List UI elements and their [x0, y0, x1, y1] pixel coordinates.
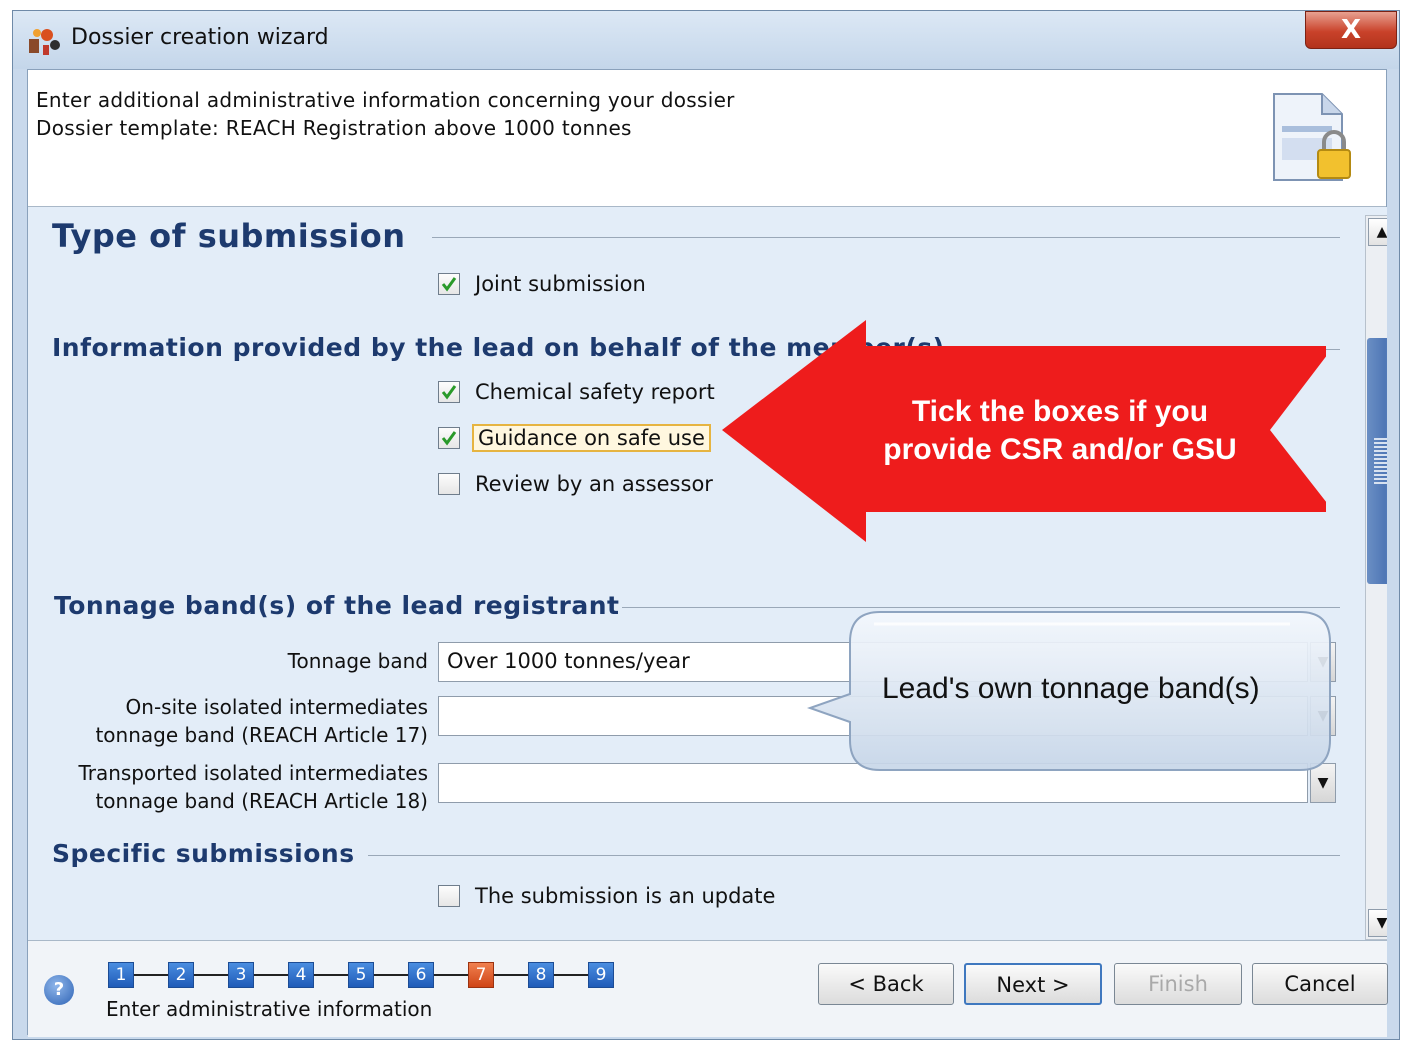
back-button[interactable]: < Back	[818, 963, 954, 1005]
step-connector	[494, 974, 528, 976]
step-7-current: 7	[468, 962, 494, 988]
arrow-text-line2: provide CSR and/or GSU	[883, 433, 1237, 466]
next-button[interactable]: Next >	[964, 963, 1102, 1005]
wizard-content: Type of submission Joint submission Info…	[28, 207, 1387, 940]
arrow-text-line1: Tick the boxes if you	[911, 395, 1209, 428]
step-connector	[194, 974, 228, 976]
step-indicator: 1 2 3 4 5 6 7 8 9	[108, 961, 614, 989]
tonnage-band-label: Tonnage band	[287, 649, 428, 673]
vertical-scrollbar[interactable]: ▲ ▼	[1365, 215, 1387, 940]
header-instruction: Enter additional administrative informat…	[36, 88, 735, 112]
step-6: 6	[408, 962, 434, 988]
step-caption: Enter administrative information	[106, 997, 433, 1021]
grip-icon	[1374, 438, 1387, 484]
review-by-assessor-row[interactable]: Review by an assessor	[438, 469, 716, 499]
scroll-thumb[interactable]	[1367, 338, 1387, 584]
header-template: Dossier template: REACH Registration abo…	[36, 116, 632, 140]
chemical-safety-report-label: Chemical safety report	[475, 380, 715, 404]
chemical-safety-report-checkbox[interactable]	[438, 381, 460, 403]
step-connector	[254, 974, 288, 976]
section-divider	[432, 237, 1340, 238]
joint-submission-checkbox[interactable]	[438, 273, 460, 295]
transported-label-line2: tonnage band (REACH Article 18)	[95, 789, 428, 813]
chemical-safety-report-row[interactable]: Chemical safety report	[438, 377, 718, 407]
scroll-down-icon[interactable]: ▼	[1368, 909, 1387, 937]
onsite-label-line1: On-site isolated intermediates	[125, 695, 428, 719]
cancel-button[interactable]: Cancel	[1252, 963, 1388, 1005]
finish-button[interactable]: Finish	[1114, 963, 1242, 1005]
step-connector	[434, 974, 468, 976]
step-5: 5	[348, 962, 374, 988]
step-1: 1	[108, 962, 134, 988]
wizard-footer: ? 1 2 3 4 5 6 7 8 9 Enter administrative…	[28, 940, 1388, 1037]
step-8: 8	[528, 962, 554, 988]
transported-label-line1: Transported isolated intermediates	[78, 761, 428, 785]
wizard-client: Enter additional administrative informat…	[27, 69, 1388, 1037]
update-row[interactable]: The submission is an update	[438, 881, 778, 911]
app-icon	[29, 29, 60, 55]
update-label: The submission is an update	[475, 884, 776, 908]
window-title: Dossier creation wizard	[71, 25, 329, 50]
joint-submission-label: Joint submission	[475, 272, 646, 296]
joint-submission-row[interactable]: Joint submission	[438, 269, 649, 299]
step-9: 9	[588, 962, 614, 988]
locked-document-icon	[1273, 93, 1351, 181]
step-connector	[554, 974, 588, 976]
review-by-assessor-checkbox[interactable]	[438, 473, 460, 495]
title-bar: Dossier creation wizard X	[13, 11, 1399, 69]
help-icon[interactable]: ?	[44, 975, 74, 1005]
scroll-up-icon[interactable]: ▲	[1368, 218, 1387, 246]
section-divider	[368, 855, 1340, 856]
review-by-assessor-label: Review by an assessor	[475, 472, 713, 496]
arrow-annotation-text: Tick the boxes if you provide CSR and/or…	[840, 393, 1280, 469]
section-title-tonnage: Tonnage band(s) of the lead registrant	[54, 591, 620, 620]
step-3: 3	[228, 962, 254, 988]
update-checkbox[interactable]	[438, 885, 460, 907]
step-connector	[134, 974, 168, 976]
section-title-specific: Specific submissions	[52, 839, 355, 868]
step-4: 4	[288, 962, 314, 988]
callout-text: Lead's own tonnage band(s)	[882, 672, 1260, 705]
close-button[interactable]: X	[1305, 11, 1397, 49]
onsite-label-line2: tonnage band (REACH Article 17)	[95, 723, 428, 747]
guidance-on-safe-use-row[interactable]: Guidance on safe use	[438, 423, 711, 453]
step-connector	[314, 974, 348, 976]
wizard-header: Enter additional administrative informat…	[28, 70, 1386, 207]
guidance-on-safe-use-label: Guidance on safe use	[472, 424, 711, 452]
section-title-type-of-submission: Type of submission	[52, 217, 406, 255]
step-2: 2	[168, 962, 194, 988]
guidance-on-safe-use-checkbox[interactable]	[438, 427, 460, 449]
step-connector	[374, 974, 408, 976]
